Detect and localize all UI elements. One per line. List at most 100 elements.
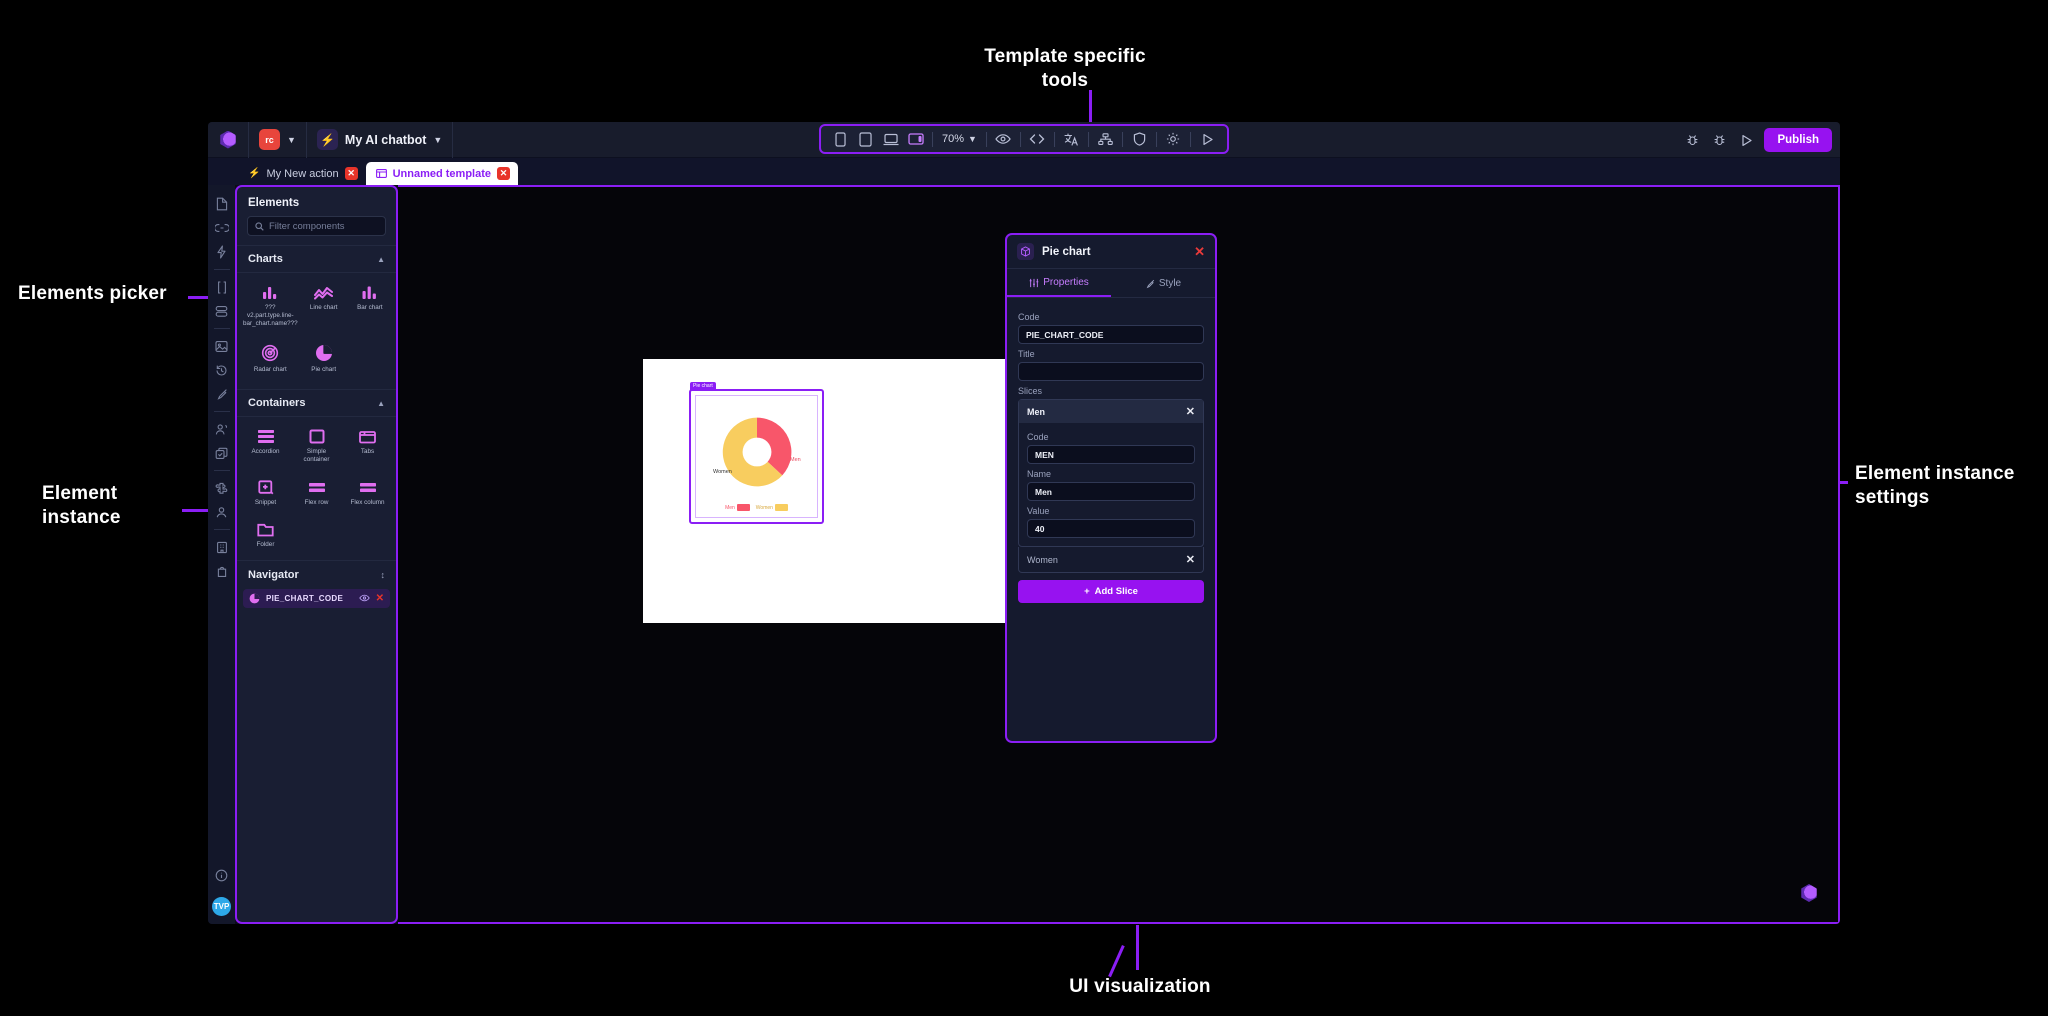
tab-label: My New action [266,168,338,180]
accordion-icon [257,429,275,444]
page-icon[interactable] [208,192,235,216]
bug-alt-icon[interactable] [1710,131,1728,149]
slice-value-input[interactable]: 40 [1027,519,1195,538]
bar-chart-icon [262,285,279,300]
app-logo[interactable] [208,122,248,158]
tab-properties[interactable]: Properties [1007,269,1111,297]
bar-chart-alt-icon [361,285,378,300]
bug-icon[interactable] [1683,131,1701,149]
slice-name: Men [1027,407,1045,417]
close-icon[interactable]: ✕ [1194,244,1205,260]
element-card-simple-container[interactable]: Simple container [292,422,341,471]
element-card-line-chart[interactable]: Line chart [302,278,346,335]
database-icon[interactable] [208,299,235,323]
mobile-icon[interactable] [828,127,853,151]
users-icon[interactable] [208,417,235,441]
callout-template-tools: Template specific tools [940,45,1190,93]
chevron-up-icon: ▲ [377,255,385,264]
slice-header-men[interactable]: Men ✕ [1019,400,1203,423]
project-switcher[interactable]: ⚡ My AI chatbot ▼ [307,122,452,158]
containers-grid: Accordion Simple container Tabs [237,416,396,559]
element-label: Tabs [361,448,374,456]
slice-card-men: Men ✕ Code MEN Name Men Value 40 [1018,399,1204,547]
braces-icon[interactable] [208,275,235,299]
section-header-containers[interactable]: Containers ▲ [237,389,396,416]
screenshot-root: Template specific tools Elements picker … [0,0,2048,1016]
laptop-icon[interactable] [878,127,903,151]
tablet-icon[interactable] [853,127,878,151]
section-header-charts[interactable]: Charts ▲ [237,245,396,272]
bag-icon[interactable] [208,559,235,583]
publish-button[interactable]: Publish [1764,128,1832,152]
element-card-flex-row[interactable]: Flex row [292,473,341,514]
history-icon[interactable] [208,358,235,382]
element-label: Simple container [294,448,339,464]
zoom-selector[interactable]: 70% ▼ [937,133,982,145]
element-label: Radar chart [254,366,287,374]
close-icon[interactable]: ✕ [497,167,510,180]
ui-visualization-canvas[interactable]: Pie chart Men Women [398,185,1840,924]
workspace-switcher[interactable]: rc ▼ [249,122,306,158]
divider [1122,132,1123,147]
slice-code-input[interactable]: MEN [1027,445,1195,464]
tab-style[interactable]: Style [1111,269,1215,297]
element-card-line-bar-chart[interactable]: ???v2.part.type.line-bar_chart.name??? [241,278,300,335]
element-card-bar-chart[interactable]: Bar chart [348,278,392,335]
close-icon[interactable]: ✕ [345,167,358,180]
element-card-tabs[interactable]: Tabs [343,422,392,471]
play-icon[interactable] [1737,131,1755,149]
tab-label: Style [1159,278,1181,289]
element-card-radar-chart[interactable]: Radar chart [241,337,300,381]
app-header: rc ▼ ⚡ My AI chatbot ▼ [208,122,1840,158]
play-icon[interactable] [1195,127,1220,151]
translate-icon[interactable] [1059,127,1084,151]
remove-slice-icon[interactable]: ✕ [1186,405,1195,418]
info-icon[interactable] [208,863,235,887]
callout-element-instance: Element instance [42,482,222,530]
add-slice-button[interactable]: + Add Slice [1018,580,1204,603]
shield-icon[interactable] [1127,127,1152,151]
callout-elements-picker: Elements picker [18,282,218,306]
divider [1156,132,1157,147]
element-card-flex-column[interactable]: Flex column [343,473,392,514]
annotation-line-ui-viz-v [1136,925,1139,970]
element-card-pie-chart[interactable]: Pie chart [302,337,346,381]
remove-slice-icon[interactable]: ✕ [1186,553,1195,566]
sitemap-icon[interactable] [1093,127,1118,151]
flex-row-icon [308,480,326,495]
element-card-accordion[interactable]: Accordion [241,422,290,471]
slice-name-input[interactable]: Men [1027,482,1195,501]
desktop-icon[interactable] [903,127,928,151]
remove-icon[interactable]: ✕ [376,593,384,604]
element-card-folder[interactable]: Folder [241,516,290,556]
link-icon[interactable] [208,216,235,240]
filter-components-input[interactable]: Filter components [247,216,386,236]
gear-icon[interactable] [1161,127,1186,151]
code-input[interactable]: PIE_CHART_CODE [1018,325,1204,344]
navigator-header[interactable]: Navigator ↕ [237,560,396,589]
expand-icon[interactable]: ↕ [381,570,386,580]
avatar[interactable]: TVP [212,897,231,916]
divider [214,411,230,412]
tab-my-new-action[interactable]: ⚡ My New action ✕ [238,162,366,185]
element-label: Flex row [305,499,329,507]
eye-icon[interactable] [359,594,370,602]
slice-body-men: Code MEN Name Men Value 40 [1019,423,1203,546]
template-toolbar: 70% ▼ [819,124,1229,154]
eye-icon[interactable] [991,127,1016,151]
building-icon[interactable] [208,535,235,559]
image-icon[interactable] [208,334,235,358]
copy-icon[interactable] [208,441,235,465]
puzzle-icon[interactable] [208,476,235,500]
tab-unnamed-template[interactable]: Unnamed template ✕ [366,162,518,185]
person-icon[interactable] [208,500,235,524]
slice-card-women[interactable]: Women ✕ [1018,547,1204,573]
pie-chart-instance[interactable]: Pie chart Men Women [689,389,824,524]
element-card-snippet[interactable]: Snippet [241,473,290,514]
divider [214,470,230,471]
title-input[interactable] [1018,362,1204,381]
bolt-icon[interactable] [208,240,235,264]
code-icon[interactable] [1025,127,1050,151]
brush-icon[interactable] [208,382,235,406]
navigator-item-pie-chart-code[interactable]: PIE_CHART_CODE ✕ [243,589,390,608]
